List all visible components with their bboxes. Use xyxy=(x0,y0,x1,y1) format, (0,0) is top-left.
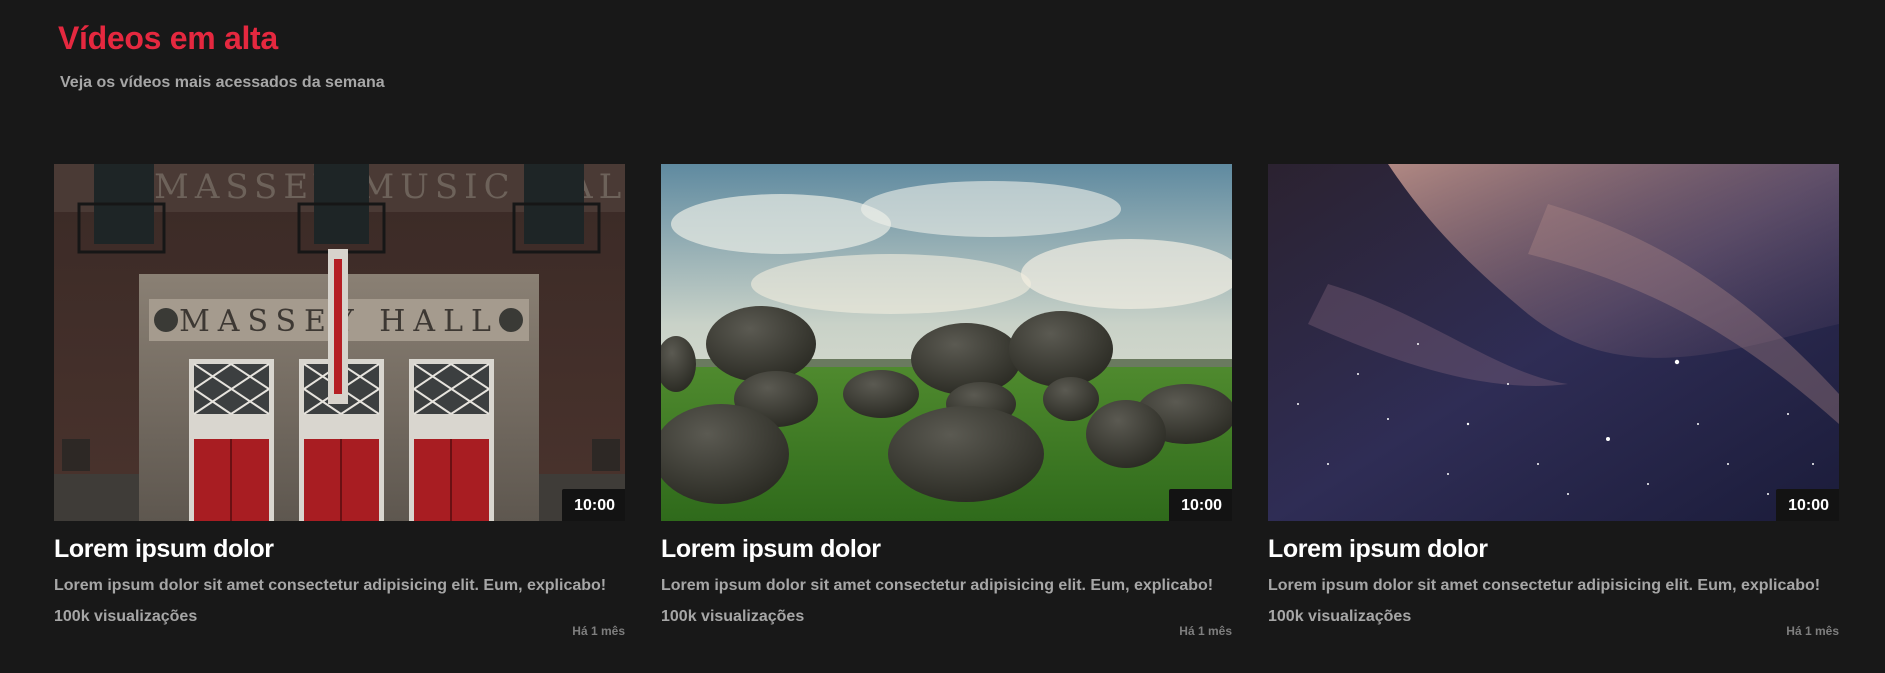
video-duration: 10:00 xyxy=(562,489,625,521)
boulders-thumbnail-image xyxy=(661,164,1232,521)
massey-hall-thumbnail-image: MASSEY MUSIC HALL MASSEY HALL xyxy=(54,164,625,521)
video-thumbnail[interactable]: MASSEY MUSIC HALL MASSEY HALL 10:00 xyxy=(54,164,625,521)
video-thumbnail[interactable]: 10:00 xyxy=(1268,164,1839,521)
night-sky-thumbnail-image xyxy=(1268,164,1839,521)
video-date: Há 1 mês xyxy=(1179,624,1232,638)
video-views: 100k visualizações xyxy=(54,608,198,625)
video-description: Lorem ipsum dolor sit amet consectetur a… xyxy=(54,577,607,594)
video-card[interactable]: 10:00 Lorem ipsum dolor Lorem ipsum dolo… xyxy=(661,164,1232,638)
video-card[interactable]: 10:00 Lorem ipsum dolor Lorem ipsum dolo… xyxy=(1268,164,1839,638)
video-views: 100k visualizações xyxy=(661,608,805,625)
video-title[interactable]: Lorem ipsum dolor xyxy=(54,534,625,564)
section-title: Vídeos em alta xyxy=(58,20,278,56)
video-duration: 10:00 xyxy=(1776,489,1839,521)
video-description: Lorem ipsum dolor sit amet consectetur a… xyxy=(661,577,1214,594)
video-title[interactable]: Lorem ipsum dolor xyxy=(1268,534,1839,564)
section-subtitle: Veja os vídeos mais acessados da semana xyxy=(60,74,385,91)
video-date: Há 1 mês xyxy=(572,624,625,638)
video-date: Há 1 mês xyxy=(1786,624,1839,638)
video-thumbnail[interactable]: 10:00 xyxy=(661,164,1232,521)
video-card[interactable]: MASSEY MUSIC HALL MASSEY HALL 10:00 Lore… xyxy=(54,164,625,638)
section-header: Vídeos em alta Veja os vídeos mais acess… xyxy=(58,16,385,93)
video-description: Lorem ipsum dolor sit amet consectetur a… xyxy=(1268,577,1821,594)
video-views: 100k visualizações xyxy=(1268,608,1412,625)
video-duration: 10:00 xyxy=(1169,489,1232,521)
video-title[interactable]: Lorem ipsum dolor xyxy=(661,534,1232,564)
video-grid: MASSEY MUSIC HALL MASSEY HALL 10:00 Lore… xyxy=(54,164,1839,638)
page: Vídeos em alta Veja os vídeos mais acess… xyxy=(0,0,1885,673)
